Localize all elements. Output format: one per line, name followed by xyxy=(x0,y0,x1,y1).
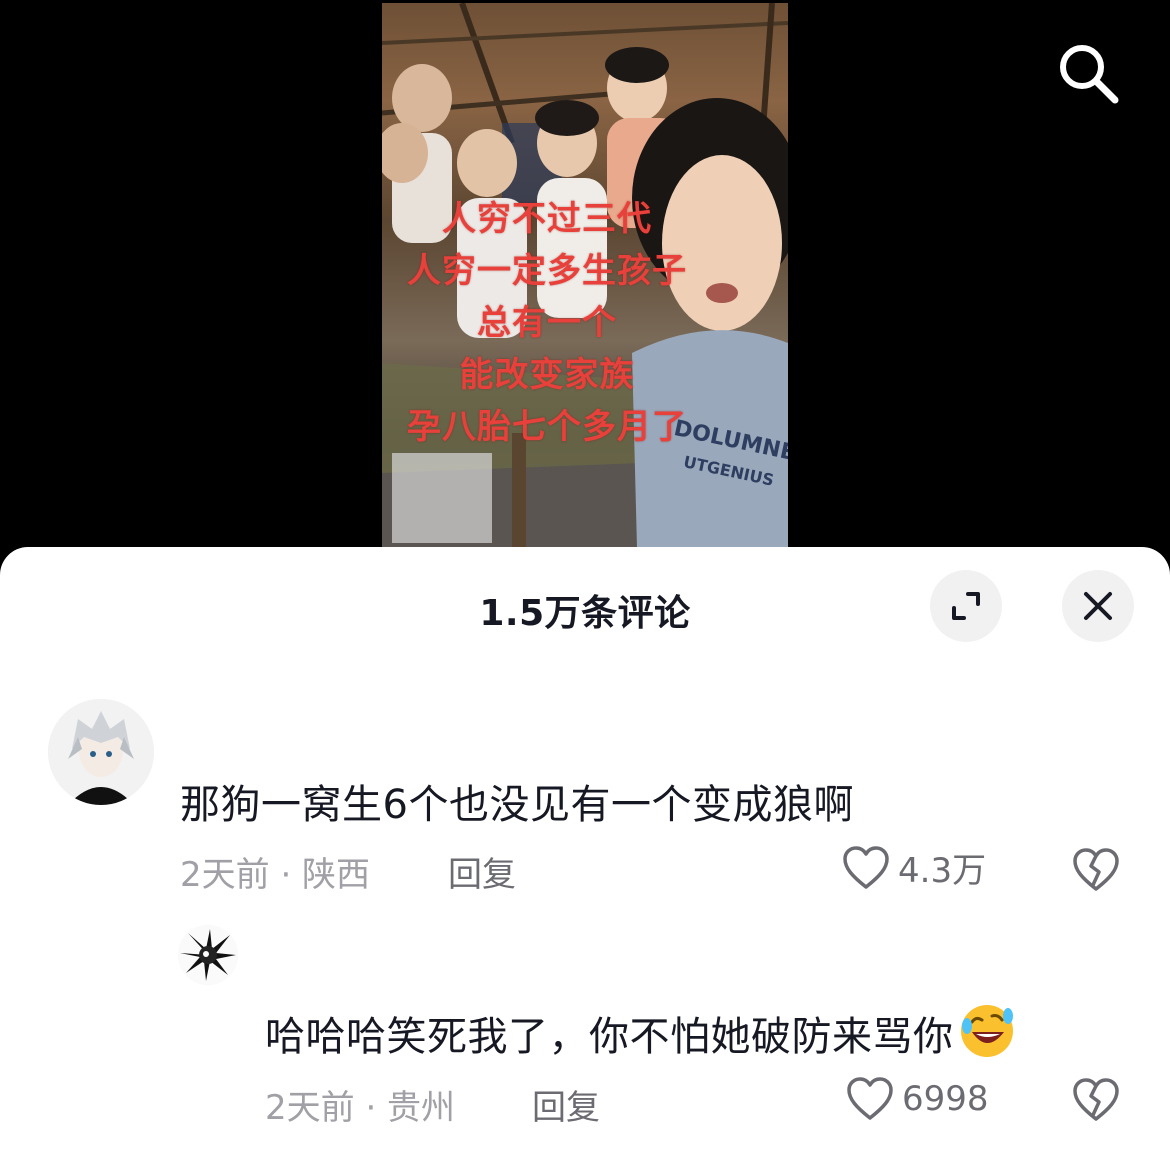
reply-comment-text: 哈哈哈笑死我了，你不怕她破防来骂你 xyxy=(265,1002,1016,1062)
rolling-on-floor-laughing-emoji-icon xyxy=(960,1005,1013,1057)
reply-comment-body: 哈哈哈笑死我了，你不怕她破防来骂你 xyxy=(265,1014,954,1060)
broken-heart-icon xyxy=(1073,848,1119,891)
expand-icon xyxy=(952,592,980,620)
comment-meta: 2天前 · 陕西 xyxy=(180,855,371,895)
caption-line: 能改变家族 xyxy=(459,355,635,395)
broken-heart-icon xyxy=(1073,1078,1119,1121)
caption-line: 人穷一定多生孩子 xyxy=(407,251,687,291)
app-screen: DOLUMNELLOW UTGENIUS 人穷不过三代 人穷一定多生孩子 总有一… xyxy=(0,0,1170,1150)
caption-line: 人穷不过三代 xyxy=(442,199,652,239)
dislike-button[interactable] xyxy=(1072,847,1120,897)
reply-button[interactable]: 回复 xyxy=(448,847,516,896)
search-button[interactable] xyxy=(1052,38,1124,108)
video-caption: 人穷不过三代 人穷一定多生孩子 总有一个 能改变家族 孕八胎七个多月了 xyxy=(382,193,712,453)
reply-button[interactable]: 回复 xyxy=(532,1080,600,1129)
like-count: 4.3万 xyxy=(898,851,987,891)
avatar[interactable] xyxy=(48,699,154,805)
avatar[interactable] xyxy=(178,925,238,985)
search-icon xyxy=(1060,45,1119,104)
comment-text: 那狗一窝生6个也没见有一个变成狼啊 xyxy=(180,782,854,828)
expand-button[interactable] xyxy=(930,570,1002,642)
like-button[interactable]: 6998 xyxy=(846,1076,989,1122)
heart-icon xyxy=(847,1077,893,1120)
video-player[interactable]: DOLUMNELLOW UTGENIUS 人穷不过三代 人穷一定多生孩子 总有一… xyxy=(382,3,788,548)
close-button[interactable] xyxy=(1062,570,1134,642)
anime-avatar-icon xyxy=(48,699,154,805)
dislike-button[interactable] xyxy=(1072,1077,1120,1127)
like-button[interactable]: 4.3万 xyxy=(842,843,986,892)
splash-avatar-icon xyxy=(178,925,238,985)
comments-sheet: 1.5万条评论 那狗一窝生6个也没见有一个变成狼啊 2天前 · 陕西 回复 4.… xyxy=(0,547,1170,1150)
caption-line: 孕八胎七个多月了 xyxy=(407,407,687,447)
like-count: 6998 xyxy=(902,1079,989,1119)
close-icon xyxy=(1084,592,1112,620)
comment-meta: 2天前 · 贵州 xyxy=(265,1088,456,1128)
caption-line: 总有一个 xyxy=(477,303,617,343)
heart-icon xyxy=(843,845,889,889)
